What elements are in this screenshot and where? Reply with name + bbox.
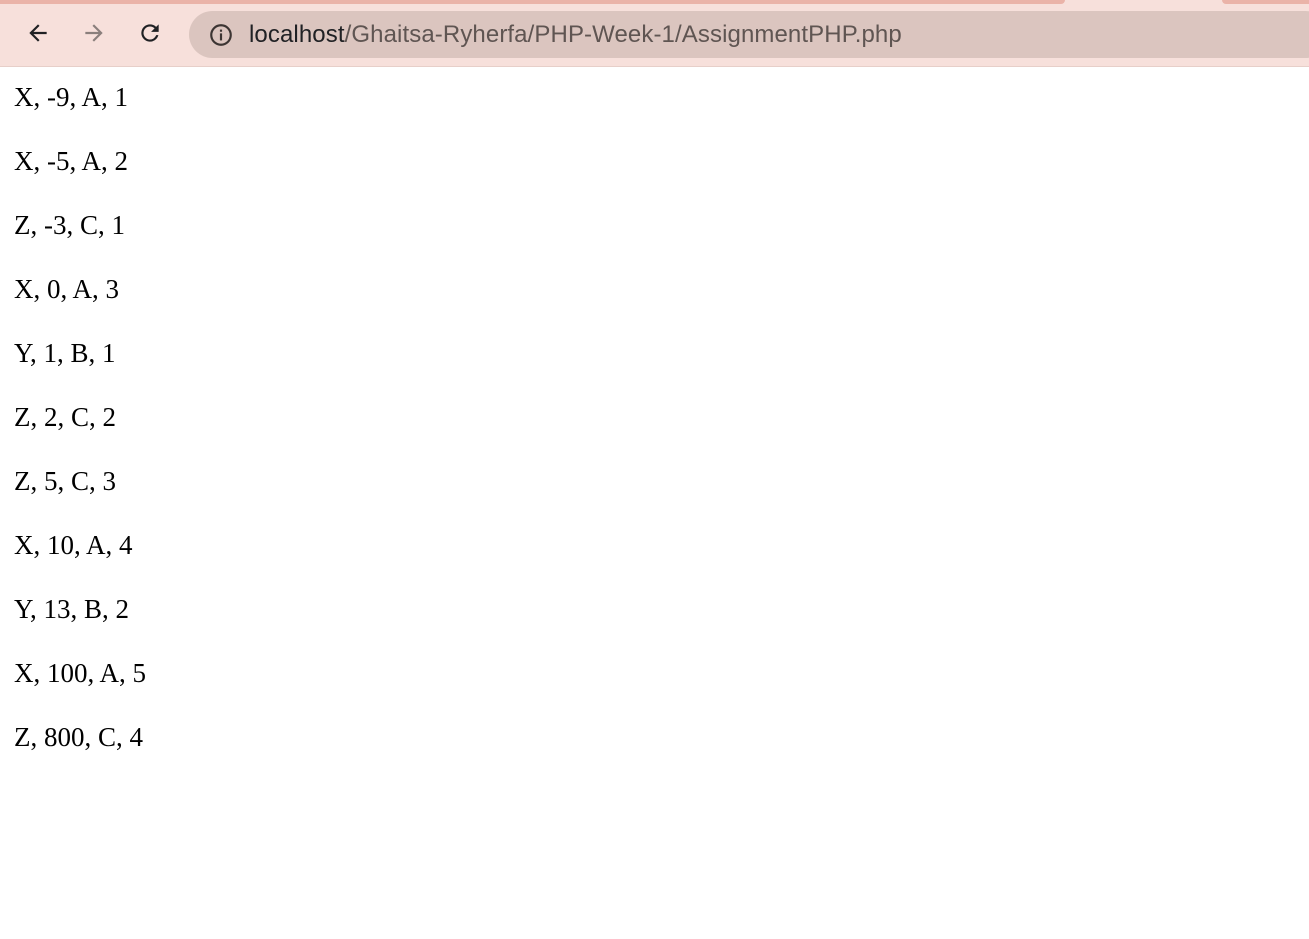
arrow-right-icon [85,24,103,42]
output-line: X, 10, A, 4 [14,530,133,560]
url-host: localhost [249,21,345,48]
output-line: X, -9, A, 1 [14,82,128,112]
browser-toolbar: localhost/Ghaitsa-Ryherfa/PHP-Week-1/Ass… [0,0,1309,67]
output-line: Y, 13, B, 2 [14,594,130,624]
output-line: Z, -3, C, 1 [14,210,125,240]
output-line: Z, 800, C, 4 [14,722,144,752]
url-text[interactable]: localhost/Ghaitsa-Ryherfa/PHP-Week-1/Ass… [249,11,902,58]
forward-button[interactable] [77,16,111,50]
arrow-left-icon [29,24,47,42]
inactive-tab-edge [1222,0,1309,4]
reload-icon [141,24,159,42]
url-path: /Ghaitsa-Ryherfa/PHP-Week-1/AssignmentPH… [344,21,902,48]
output-line: Z, 5, C, 3 [14,466,117,496]
output-line: Z, 2, C, 2 [14,402,117,432]
output-line: X, 0, A, 3 [14,274,120,304]
address-bar[interactable]: localhost/Ghaitsa-Ryherfa/PHP-Week-1/Ass… [189,11,1309,58]
output-line: X, 100, A, 5 [14,658,147,688]
output-line: X, -5, A, 2 [14,146,128,176]
back-button[interactable] [21,16,55,50]
page-content: X, -9, A, 1 X, -5, A, 2 Z, -3, C, 1 X, 0… [0,67,1309,939]
info-icon[interactable] [208,22,234,48]
reload-button[interactable] [133,16,167,50]
active-tab-edge [0,0,1065,4]
output-line: Y, 1, B, 1 [14,338,116,368]
